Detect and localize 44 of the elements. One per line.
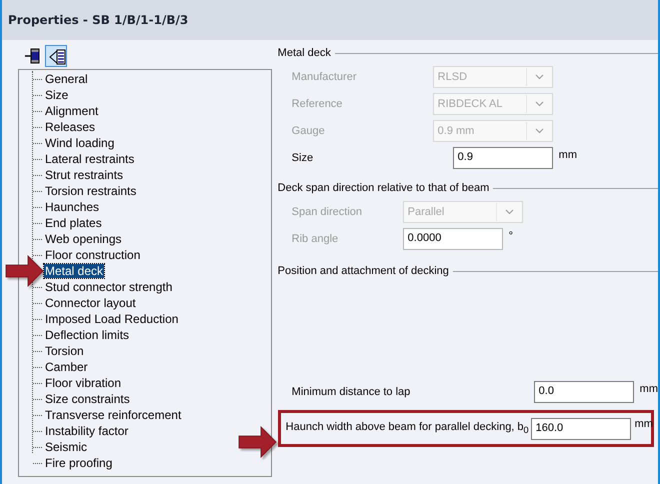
tree-item[interactable]: Metal deck — [44, 264, 104, 278]
field-label: Manufacturer — [292, 70, 358, 82]
tree-item[interactable]: Fire proofing — [44, 456, 114, 470]
tree-item[interactable]: Torsion — [44, 344, 85, 358]
field-label: Rib angle — [292, 232, 340, 244]
section-title: Deck span direction relative to that of beam — [278, 182, 490, 194]
tree-item[interactable]: Size constraints — [44, 392, 131, 406]
tree-item[interactable]: Size — [44, 88, 70, 102]
field-label: Size — [292, 152, 314, 164]
tree-item[interactable]: Seismic — [44, 440, 88, 454]
field-label: Haunch width above beam for parallel decking, b$_{0}$ — [286, 421, 530, 436]
arrow-icon — [5, 254, 45, 288]
field-label: Span direction — [292, 206, 363, 218]
input-field[interactable]: 160.0 — [530, 418, 631, 440]
tree-item[interactable]: End plates — [44, 216, 103, 230]
unit-label: mm — [558, 149, 577, 161]
section-title: Metal deck — [278, 47, 331, 59]
tree-item[interactable]: General — [44, 72, 89, 86]
tree-item[interactable]: Releases — [44, 120, 96, 134]
tree-item[interactable]: Connector layout — [44, 296, 137, 310]
tree-item[interactable]: Alignment — [44, 104, 100, 118]
field-label: Reference — [292, 98, 344, 110]
tree-item[interactable]: Deflection limits — [44, 328, 130, 342]
tree-item[interactable]: Transverse reinforcement — [44, 408, 182, 422]
tree-item[interactable]: Stud connector strength — [44, 280, 174, 294]
unit-label: mm — [640, 383, 658, 395]
tree-item[interactable]: Web openings — [44, 232, 122, 246]
tree-item[interactable]: Lateral restraints — [44, 152, 136, 166]
field-label: Minimum distance to lap — [292, 386, 412, 398]
tree-item[interactable]: Imposed Load Reduction — [44, 312, 180, 326]
tree-item[interactable]: Strut restraints — [44, 168, 124, 182]
input-field[interactable]: 0.0 — [534, 380, 634, 402]
tree-item[interactable]: Haunches — [44, 200, 100, 214]
tree-item[interactable]: Instability factor — [44, 424, 130, 438]
tree-item[interactable]: Wind loading — [44, 136, 116, 150]
tree-item[interactable]: Camber — [44, 360, 89, 374]
window-title: Properties - SB 1/B/1-1/B/3 — [8, 13, 188, 27]
tree-item[interactable]: Floor vibration — [44, 376, 122, 390]
tree-item[interactable]: Floor construction — [44, 248, 142, 262]
section-title: Position and attachment of decking — [278, 265, 449, 277]
field-label: Gauge — [292, 124, 326, 136]
input-field[interactable]: 0.9 — [452, 146, 553, 168]
tree-item[interactable]: Torsion restraints — [44, 184, 138, 198]
unit-label: ° — [508, 230, 514, 242]
